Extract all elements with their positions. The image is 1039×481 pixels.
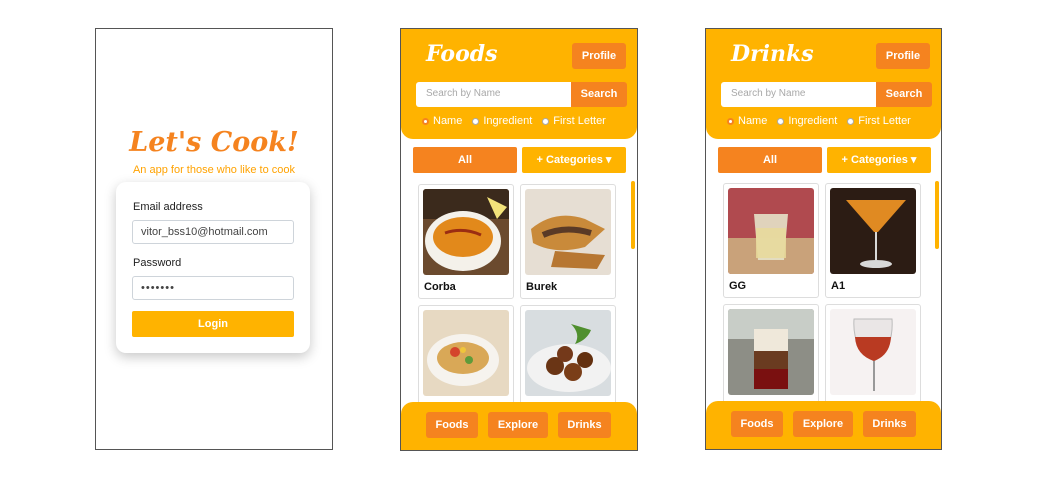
- recipe-name: Burek: [526, 281, 558, 293]
- categories-dropdown[interactable]: + Categories ▾: [522, 147, 626, 173]
- radio-first-letter[interactable]: First Letter: [847, 115, 911, 127]
- radio-icon: [777, 117, 785, 125]
- recipe-image: [525, 310, 611, 396]
- login-card: Email address vitor_bss10@hotmail.com Pa…: [116, 182, 310, 353]
- radio-first-letter[interactable]: First Letter: [542, 115, 606, 127]
- radio-name[interactable]: Name: [727, 115, 767, 127]
- bottom-nav: Foods Explore Drinks: [706, 401, 941, 449]
- recipe-name: Corba: [424, 281, 456, 293]
- recipe-name: GG: [729, 280, 747, 292]
- recipe-card[interactable]: Burek: [520, 184, 616, 299]
- radio-ingredient[interactable]: Ingredient: [777, 115, 837, 127]
- app-logo-title: Let's Cook!: [129, 127, 299, 158]
- recipe-image: [830, 188, 916, 274]
- search-input[interactable]: Search by Name: [721, 82, 876, 107]
- drinks-screen: Drinks Profile Search by Name Search Nam…: [705, 28, 942, 450]
- recipe-image: [830, 309, 916, 395]
- recipe-image: [423, 189, 509, 275]
- search-input[interactable]: Search by Name: [416, 82, 571, 107]
- radio-label: First Letter: [553, 115, 606, 127]
- search-type-radios: Name Ingredient First Letter: [422, 115, 606, 127]
- profile-button[interactable]: Profile: [876, 43, 930, 69]
- radio-ingredient[interactable]: Ingredient: [472, 115, 532, 127]
- email-label: Email address: [133, 201, 203, 213]
- scrollbar[interactable]: [631, 181, 635, 249]
- recipe-image: [525, 189, 611, 275]
- password-label: Password: [133, 257, 182, 269]
- nav-foods-button[interactable]: Foods: [731, 411, 783, 437]
- recipe-image: [728, 309, 814, 395]
- recipe-card[interactable]: Corba: [418, 184, 514, 299]
- radio-icon: [847, 117, 855, 125]
- search-type-radios: Name Ingredient First Letter: [727, 115, 911, 127]
- bottom-nav: Foods Explore Drinks: [401, 402, 637, 450]
- recipe-card[interactable]: A1: [825, 183, 921, 298]
- filter-all-button[interactable]: All: [718, 147, 822, 173]
- radio-label: Name: [433, 115, 463, 127]
- nav-drinks-button[interactable]: Drinks: [863, 411, 916, 437]
- recipe-image: [423, 310, 509, 396]
- password-field[interactable]: •••••••: [132, 276, 294, 300]
- search-button[interactable]: Search: [876, 82, 932, 107]
- recipe-card[interactable]: GG: [723, 183, 819, 298]
- radio-label: First Letter: [858, 115, 911, 127]
- radio-icon: [542, 117, 550, 125]
- profile-button[interactable]: Profile: [572, 43, 626, 69]
- radio-label: Ingredient: [483, 115, 533, 127]
- header: Drinks Profile Search by Name Search Nam…: [706, 29, 941, 139]
- radio-label: Name: [738, 115, 768, 127]
- email-field[interactable]: vitor_bss10@hotmail.com: [132, 220, 294, 244]
- nav-explore-button[interactable]: Explore: [488, 412, 548, 438]
- nav-foods-button[interactable]: Foods: [426, 412, 478, 438]
- page-title: Foods: [426, 41, 498, 67]
- radio-name[interactable]: Name: [422, 115, 462, 127]
- scrollbar[interactable]: [935, 181, 939, 249]
- login-screen: Let's Cook! An app for those who like to…: [95, 28, 333, 450]
- header: Foods Profile Search by Name Search Name…: [401, 29, 637, 139]
- nav-drinks-button[interactable]: Drinks: [558, 412, 611, 438]
- page-title: Drinks: [731, 41, 814, 67]
- app-subtitle: An app for those who like to cook: [132, 164, 296, 176]
- radio-icon: [472, 117, 480, 125]
- categories-dropdown[interactable]: + Categories ▾: [827, 147, 931, 173]
- nav-explore-button[interactable]: Explore: [793, 411, 853, 437]
- login-button[interactable]: Login: [132, 311, 294, 337]
- search-button[interactable]: Search: [571, 82, 627, 107]
- filter-all-button[interactable]: All: [413, 147, 517, 173]
- radio-selected-icon: [422, 117, 429, 125]
- radio-selected-icon: [727, 117, 734, 125]
- radio-label: Ingredient: [788, 115, 838, 127]
- recipe-image: [728, 188, 814, 274]
- foods-screen: Foods Profile Search by Name Search Name…: [400, 28, 638, 451]
- recipe-name: A1: [831, 280, 846, 292]
